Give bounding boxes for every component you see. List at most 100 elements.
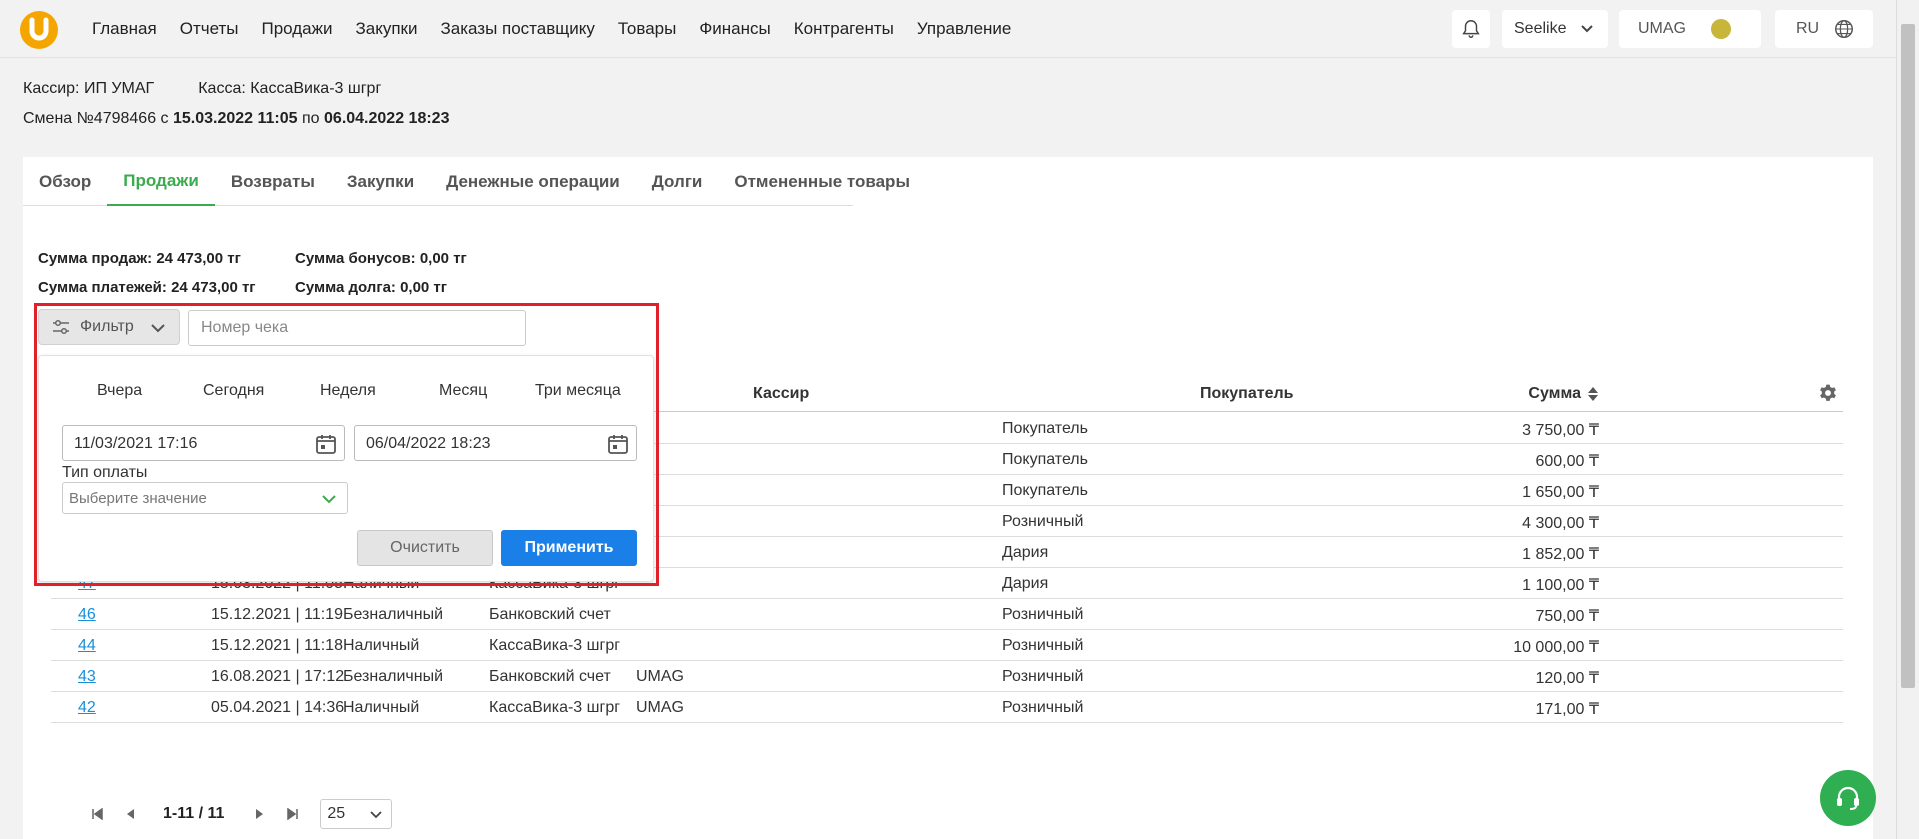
column-buyer[interactable]: Покупатель (1200, 385, 1293, 403)
tab-overview[interactable]: Обзор (23, 157, 107, 206)
quick-range-month[interactable]: Месяц (439, 382, 487, 400)
apply-button[interactable]: Применить (501, 530, 637, 566)
account-name: Seelike (1514, 20, 1567, 37)
tab-sales[interactable]: Продажи (107, 157, 215, 206)
clear-button[interactable]: Очистить (357, 530, 493, 566)
sale-amount: 1 100,00 ₸ (1522, 577, 1599, 594)
filter-button-label: Фильтр (80, 318, 134, 335)
tab-purchases[interactable]: Закупки (331, 157, 430, 206)
column-amount[interactable]: Сумма (1439, 385, 1599, 403)
headset-icon (1837, 786, 1859, 810)
sale-date: 15.12.2021 | 11:18 (211, 637, 343, 654)
sale-amount: 1 852,00 ₸ (1522, 546, 1599, 563)
sale-date: 05.04.2021 | 14:36 (211, 699, 345, 716)
org-avatar-icon (1711, 19, 1731, 39)
buyer-name: Покупатель (1002, 451, 1088, 468)
support-chat-button[interactable] (1820, 770, 1876, 826)
nav-sales[interactable]: Продажи (261, 19, 332, 39)
buyer-name: Розничный (1002, 606, 1084, 623)
sale-amount: 3 750,00 ₸ (1522, 422, 1599, 439)
date-to-field[interactable]: 06/04/2022 18:23 (354, 425, 637, 461)
receipt-number-link[interactable]: 43 (78, 668, 96, 686)
sale-amount: 120,00 ₸ (1535, 670, 1599, 687)
page-size-value: 25 (327, 805, 346, 822)
table-row[interactable]: 44 15.12.2021 | 11:18 Наличный КассаВика-3 … (51, 630, 1843, 661)
nav-products[interactable]: Товары (618, 19, 676, 39)
table-row[interactable]: 42 05.04.2021 | 14:36 Наличный КассаВика-3 … (51, 692, 1843, 723)
payment-type: Безналичный (343, 606, 443, 623)
receipt-number-input[interactable] (188, 310, 526, 346)
sale-date: 16.08.2021 | 17:12 (211, 668, 345, 685)
next-page-button[interactable] (248, 802, 272, 826)
cashier-name: UMAG (636, 699, 684, 716)
buyer-name: Розничный (1002, 668, 1084, 685)
language-code: RU (1796, 20, 1820, 37)
notifications-button[interactable] (1452, 10, 1490, 48)
page-scrollbar[interactable] (1896, 0, 1919, 839)
prev-page-button[interactable] (118, 802, 142, 826)
quick-range-yesterday[interactable]: Вчера (97, 382, 142, 400)
receipt-number-link[interactable]: 42 (78, 699, 96, 717)
tab-returns[interactable]: Возвраты (215, 157, 331, 206)
umag-logo[interactable] (20, 11, 58, 49)
page-size-select[interactable]: 25 (320, 799, 393, 829)
scrollbar-thumb[interactable] (1901, 24, 1915, 688)
table-row[interactable]: 46 15.12.2021 | 11:19 Безналичный Банковски… (51, 599, 1843, 630)
sliders-icon (53, 319, 69, 335)
sale-amount: 600,00 ₸ (1535, 453, 1599, 470)
last-page-button[interactable] (281, 802, 305, 826)
quick-range-three-months[interactable]: Три месяца (535, 382, 621, 400)
sort-icon[interactable] (1587, 386, 1599, 402)
calendar-icon[interactable] (606, 432, 630, 456)
first-page-button[interactable] (85, 802, 109, 826)
nav-reports[interactable]: Отчеты (180, 19, 239, 39)
buyer-name: Дария (1002, 575, 1049, 592)
quick-range-today[interactable]: Сегодня (203, 382, 264, 400)
account-selector[interactable]: Seelike (1502, 10, 1608, 48)
register-name: Банковский счет (489, 606, 611, 623)
tab-debts[interactable]: Долги (636, 157, 719, 206)
nav-home[interactable]: Главная (92, 19, 157, 39)
quick-range-week[interactable]: Неделя (320, 382, 376, 400)
calendar-icon[interactable] (314, 432, 338, 456)
tab-cancelled-items[interactable]: Отмененные товары (718, 157, 926, 206)
org-selector[interactable]: UMAG (1619, 10, 1761, 48)
gear-icon[interactable] (1818, 383, 1838, 403)
nav-purchases[interactable]: Закупки (355, 19, 417, 39)
cashier-label: Кассир: ИП УМАГ (23, 80, 155, 97)
language-selector[interactable]: RU (1775, 10, 1873, 48)
buyer-name: Покупатель (1002, 482, 1088, 499)
debt-total: Сумма долга: 0,00 тг (295, 279, 448, 296)
receipt-number-link[interactable]: 46 (78, 606, 96, 624)
filter-toggle-button[interactable]: Фильтр (38, 309, 180, 345)
sale-amount: 750,00 ₸ (1535, 608, 1599, 625)
tab-cash-operations[interactable]: Денежные операции (430, 157, 636, 206)
nav-finance[interactable]: Финансы (699, 19, 770, 39)
date-from-value: 11/03/2021 17:16 (74, 435, 198, 452)
date-to-value: 06/04/2022 18:23 (366, 435, 491, 452)
sale-date: 15.12.2021 | 11:19 (211, 606, 343, 623)
globe-icon (1835, 20, 1853, 38)
sale-amount: 10 000,00 ₸ (1513, 639, 1599, 656)
payment-type: Безналичный (343, 668, 443, 685)
chevron-down-icon (370, 811, 383, 819)
nav-management[interactable]: Управление (917, 19, 1012, 39)
buyer-name: Покупатель (1002, 420, 1088, 437)
payment-type-select[interactable]: Выберите значение (62, 482, 348, 514)
column-cashier[interactable]: Кассир (753, 385, 809, 403)
nav-contractors[interactable]: Контрагенты (794, 19, 894, 39)
last-page-icon (287, 808, 299, 820)
date-from-field[interactable]: 11/03/2021 17:16 (62, 425, 345, 461)
bell-icon (1462, 20, 1480, 38)
nav-supplier-orders[interactable]: Заказы поставщику (440, 19, 594, 39)
payment-type: Наличный (343, 699, 420, 716)
sale-amount: 1 650,00 ₸ (1522, 484, 1599, 501)
top-bar: Главная Отчеты Продажи Закупки Заказы по… (0, 0, 1896, 58)
register-label: Касса: КассаВика-3 шгрг (198, 80, 382, 97)
receipt-number-link[interactable]: 44 (78, 637, 96, 655)
shift-start: 15.03.2022 11:05 (172, 110, 298, 127)
sale-amount: 171,00 ₸ (1535, 701, 1599, 718)
chevron-down-icon (1581, 25, 1593, 33)
table-row[interactable]: 43 16.08.2021 | 17:12 Безналичный Банковски… (51, 661, 1843, 692)
column-amount-label: Сумма (1528, 385, 1581, 402)
